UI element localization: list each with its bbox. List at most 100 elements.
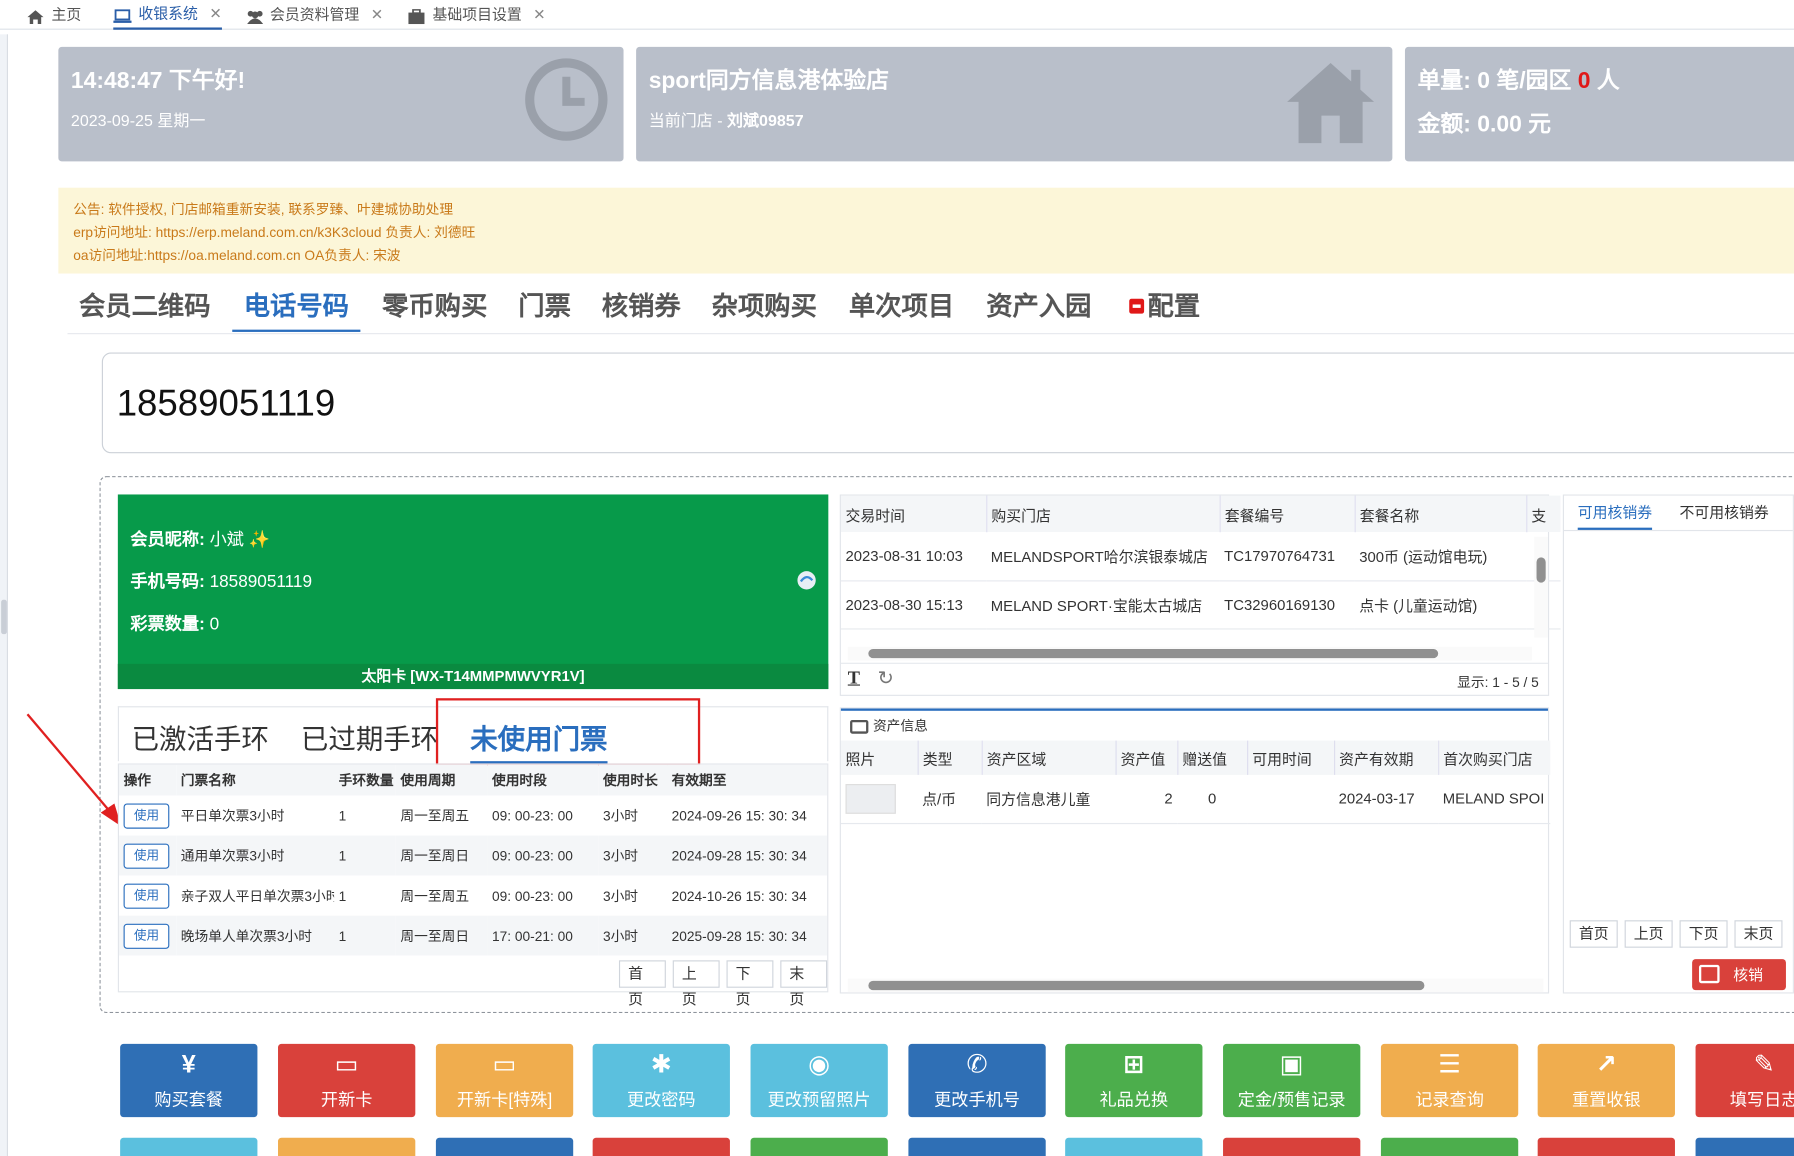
phone-input[interactable]: 18589051119 bbox=[101, 352, 1794, 454]
card-icon: ▭ bbox=[334, 1049, 359, 1079]
function-button-row2[interactable] bbox=[1695, 1137, 1794, 1156]
gift-exchange-button[interactable]: ⊞ 礼品兑换 bbox=[1065, 1043, 1203, 1118]
function-button-row2[interactable] bbox=[120, 1137, 258, 1156]
function-button-row2[interactable] bbox=[592, 1137, 730, 1156]
monitor-icon bbox=[113, 6, 132, 23]
amount-total: 金额: 0.00 元 bbox=[1417, 112, 1552, 138]
use-ticket-button[interactable]: 使用 bbox=[123, 842, 170, 869]
notice-line: erp访问地址: https://erp.meland.com.cn/k3K3c… bbox=[73, 224, 476, 241]
collapse-handle[interactable] bbox=[1, 599, 7, 635]
change-photo-button[interactable]: ◉ 更改预留照片 bbox=[750, 1043, 888, 1118]
close-icon[interactable]: ✕ bbox=[209, 0, 221, 27]
table-header: 操作 门票名称 手环数量 使用周期 使用时段 使用时长 有效期至 bbox=[118, 764, 828, 796]
function-button-row2[interactable] bbox=[908, 1137, 1046, 1156]
write-log-button[interactable]: ✎ 填写日志 bbox=[1695, 1043, 1794, 1118]
function-button-row2[interactable] bbox=[435, 1137, 574, 1156]
tab-basic-settings[interactable]: 基础项目设置 ✕ bbox=[407, 0, 546, 30]
function-button-label: 购买套餐 bbox=[154, 1090, 224, 1111]
reset-cashier-button[interactable]: ↗ 重置收银 bbox=[1537, 1043, 1675, 1118]
tab-expired-wristband[interactable]: 已过期手环 bbox=[301, 717, 438, 757]
highlight-annotation bbox=[435, 698, 701, 766]
function-button-row2[interactable] bbox=[1223, 1137, 1361, 1156]
tab-coin-purchase[interactable]: 零币购买 bbox=[371, 283, 499, 332]
page-display: 显示: 1 - 5 / 5 bbox=[1457, 674, 1539, 691]
tab-asset-entry[interactable]: 资产入园 bbox=[975, 283, 1103, 332]
tab-active-wristband[interactable]: 已激活手环 bbox=[132, 717, 269, 757]
house-icon bbox=[1285, 56, 1377, 153]
table-row[interactable]: 点/币 同方信息港儿童 2 0 2024-03-17 MELAND SPOI bbox=[840, 775, 1551, 823]
tab-single-item[interactable]: 单次项目 bbox=[837, 283, 965, 332]
arrow-annotation bbox=[25, 712, 128, 837]
next-page-button[interactable]: 下页 bbox=[726, 960, 774, 1007]
first-page-button[interactable]: 首页 bbox=[618, 960, 666, 1007]
current-date: 2023-09-25 星期一 bbox=[70, 111, 206, 130]
prev-page-button[interactable]: 上页 bbox=[1624, 920, 1673, 948]
function-button-label: 开新卡 bbox=[320, 1090, 373, 1111]
table-row[interactable]: 2023-08-30 15:13 MELAND SPORT·宝能太古城店 TC329… bbox=[840, 580, 1561, 629]
left-collapse-strip[interactable] bbox=[0, 34, 9, 1156]
function-button-row2[interactable] bbox=[750, 1137, 888, 1156]
member-lottery: 彩票数量: 0 bbox=[130, 614, 220, 635]
use-ticket-button[interactable]: 使用 bbox=[123, 883, 170, 909]
asset-photo bbox=[845, 783, 896, 814]
share-icon: ↗ bbox=[1595, 1049, 1617, 1079]
horizontal-scrollbar[interactable] bbox=[847, 978, 1544, 993]
asset-icon bbox=[850, 719, 869, 734]
tab-misc-purchase[interactable]: 杂项购买 bbox=[700, 283, 828, 332]
function-button-row2[interactable] bbox=[1537, 1137, 1675, 1156]
next-page-button[interactable]: 下页 bbox=[1679, 920, 1728, 948]
ticket-pager: 首页 上页 下页 末页 bbox=[618, 960, 828, 1007]
table-row[interactable]: 2023-08-31 10:03 MELANDSPORT哈尔滨银泰城店 TC1797… bbox=[840, 532, 1561, 581]
first-page-button[interactable]: 首页 bbox=[1569, 920, 1618, 948]
notice-bar: 公告: 软件授权, 门店邮箱重新安装, 联系罗臻、叶建城协助处理 erp访问地址… bbox=[58, 187, 1794, 274]
member-nickname: 会员昵称: 小斌 ✨ bbox=[130, 529, 271, 550]
tab-unavailable-coupons[interactable]: 不可用核销券 bbox=[1680, 496, 1769, 530]
vertical-scrollbar[interactable] bbox=[1534, 536, 1548, 638]
notice-line: oa访问地址:https://oa.meland.com.cn OA负责人: 宋… bbox=[73, 247, 401, 264]
users-icon bbox=[245, 7, 264, 25]
record-query-button[interactable]: ☰ 记录查询 bbox=[1380, 1043, 1519, 1118]
use-ticket-button[interactable]: 使用 bbox=[123, 802, 170, 829]
tab-home[interactable]: 主页 bbox=[26, 0, 81, 30]
tab-coupons[interactable]: 核销券 bbox=[590, 283, 692, 332]
trade-toolbar: T ↻ 显示: 1 - 5 / 5 bbox=[840, 662, 1548, 695]
home-icon bbox=[26, 7, 44, 25]
tab-member-qrcode[interactable]: 会员二维码 bbox=[68, 283, 222, 332]
deposit-records-button[interactable]: ▣ 定金/预售记录 bbox=[1223, 1043, 1361, 1118]
coupon-pager: 首页 上页 下页 末页 bbox=[1569, 920, 1783, 948]
tab-tickets[interactable]: 门票 bbox=[507, 283, 583, 332]
stats-card: 单量: 0 笔/园区 0 人 金额: 0.00 元 bbox=[1404, 46, 1794, 162]
tab-config[interactable]: 配置 bbox=[1115, 283, 1211, 332]
buy-package-button[interactable]: ¥ 购买套餐 bbox=[120, 1043, 258, 1118]
close-icon[interactable]: ✕ bbox=[371, 1, 383, 28]
last-page-button[interactable]: 末页 bbox=[1734, 920, 1783, 948]
function-button-row2[interactable] bbox=[278, 1137, 416, 1156]
horizontal-scrollbar[interactable] bbox=[847, 646, 1532, 661]
verify-button[interactable]: 核销 bbox=[1692, 959, 1786, 991]
last-page-button[interactable]: 末页 bbox=[780, 960, 828, 1007]
text-format-icon[interactable]: T bbox=[848, 668, 860, 689]
trade-table: 交易时间 购买门店 套餐编号 套餐名称 支 2023-08-31 10:03 ME… bbox=[840, 495, 1561, 629]
sparkle-icon: ✨ bbox=[248, 529, 271, 550]
use-ticket-button[interactable]: 使用 bbox=[123, 923, 170, 949]
log-icon: ✎ bbox=[1753, 1049, 1775, 1079]
change-password-button[interactable]: ✱ 更改密码 bbox=[592, 1043, 730, 1118]
open-card-special-button[interactable]: ▭ 开新卡[特殊] bbox=[435, 1043, 574, 1118]
tab-cashier[interactable]: 收银系统 ✕ bbox=[113, 0, 222, 30]
change-phone-button[interactable]: ✆ 更改手机号 bbox=[908, 1043, 1046, 1118]
refresh-avatar-icon[interactable] bbox=[796, 570, 817, 596]
store-card: sport同方信息港体验店 当前门店 - 刘斌09857 bbox=[636, 46, 1393, 162]
notice-line: 公告: 软件授权, 门店邮箱重新安装, 联系罗臻、叶建城协助处理 bbox=[73, 201, 454, 218]
current-store-user: 当前门店 - 刘斌09857 bbox=[648, 111, 804, 130]
close-icon[interactable]: ✕ bbox=[533, 1, 545, 28]
function-button-row2[interactable] bbox=[1380, 1137, 1519, 1156]
function-button-row2[interactable] bbox=[1065, 1137, 1203, 1156]
tab-phone-number[interactable]: 电话号码 bbox=[232, 283, 361, 332]
tab-available-coupons[interactable]: 可用核销券 bbox=[1577, 496, 1653, 530]
minus-icon bbox=[1129, 298, 1145, 314]
prev-page-button[interactable]: 上页 bbox=[672, 960, 720, 1007]
open-card-button[interactable]: ▭ 开新卡 bbox=[278, 1043, 416, 1118]
asset-panel: 资产信息 照片 类型 资产区域 资产值 赠送值 可用时间 资产有效期 首次购买门… bbox=[839, 707, 1551, 994]
refresh-icon[interactable]: ↻ bbox=[878, 667, 894, 690]
tab-member-data[interactable]: 会员资料管理 ✕ bbox=[245, 0, 383, 30]
